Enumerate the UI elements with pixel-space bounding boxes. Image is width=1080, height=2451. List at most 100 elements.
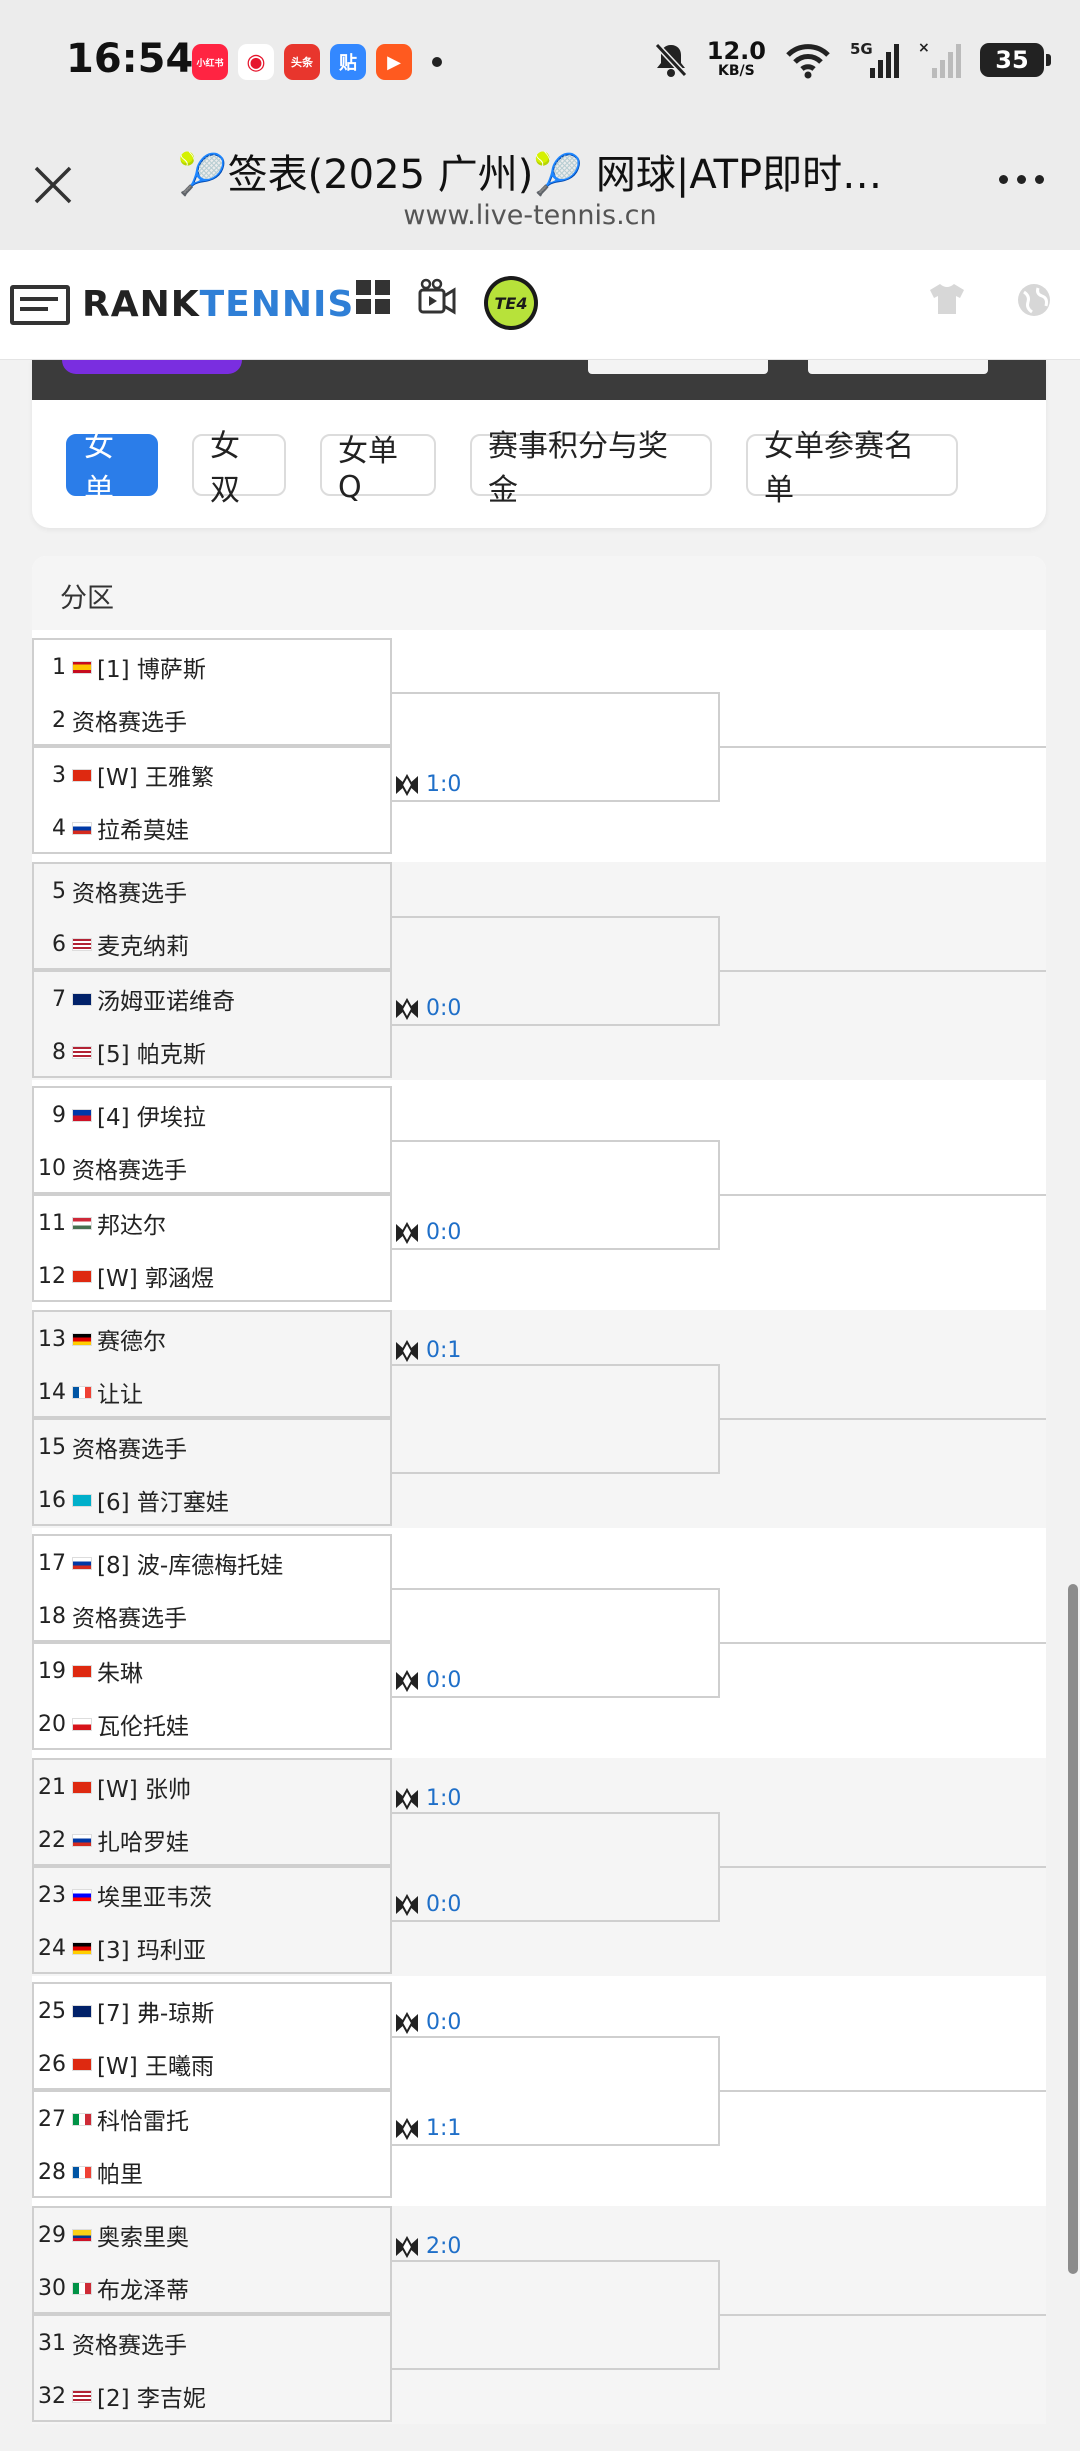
player-name[interactable]: [2] 李吉妮 xyxy=(97,2379,206,2413)
video-icon[interactable] xyxy=(418,278,456,316)
player-name[interactable]: 扎哈罗娃 xyxy=(97,1823,189,1857)
player-name[interactable]: [W] 张帅 xyxy=(97,1770,191,1804)
player-row[interactable]: 2 资格赛选手 xyxy=(34,694,394,746)
h2h-score-link[interactable]: 0:0 xyxy=(394,1892,461,1917)
scrollbar-thumb[interactable] xyxy=(1068,1584,1078,2274)
banner-button-2[interactable] xyxy=(808,360,988,374)
tab-womens-singles-qualifying[interactable]: 女单Q xyxy=(320,434,436,505)
tab-points-prize-money[interactable]: 赛事积分与奖金 xyxy=(470,429,712,508)
player-name[interactable]: 资格赛选手 xyxy=(72,703,187,737)
h2h-score-link[interactable]: 0:0 xyxy=(394,1220,461,1245)
player-row[interactable]: 3 [W] 王雅繁 xyxy=(34,749,394,801)
player-row[interactable]: 24 [3] 玛利亚 xyxy=(34,1922,394,1974)
banner-button-1[interactable] xyxy=(588,360,768,374)
ranktennis-logo[interactable]: RANKTENNIS xyxy=(10,284,354,325)
grid-menu-icon[interactable] xyxy=(356,280,390,314)
third-round-bracket-line xyxy=(720,970,1046,972)
player-name[interactable]: 拉希莫娃 xyxy=(97,811,189,845)
player-row[interactable]: 26 [W] 王曦雨 xyxy=(34,2038,394,2090)
h2h-score-link[interactable]: 1:0 xyxy=(394,1786,461,1811)
player-row[interactable]: 28 帕里 xyxy=(34,2146,394,2198)
more-menu-icon[interactable] xyxy=(999,175,1044,184)
player-row[interactable]: 7 汤姆亚诺维奇 xyxy=(34,973,394,1025)
player-row[interactable]: 32 [2] 李吉妮 xyxy=(34,2370,394,2422)
player-row[interactable]: 13 赛德尔 xyxy=(34,1313,394,1365)
globe-icon[interactable] xyxy=(1016,282,1052,318)
player-row[interactable]: 27 科恰雷托 xyxy=(34,2093,394,2145)
player-row[interactable]: 20 瓦伦托娃 xyxy=(34,1698,394,1750)
player-name[interactable]: 朱琳 xyxy=(97,1654,143,1688)
player-row[interactable]: 11 邦达尔 xyxy=(34,1197,394,1249)
player-name[interactable]: 科恰雷托 xyxy=(97,2102,189,2136)
player-name[interactable]: 资格赛选手 xyxy=(72,1599,187,1633)
page-url[interactable]: www.live-tennis.cn xyxy=(150,200,910,231)
player-name[interactable]: [8] 波-库德梅托娃 xyxy=(97,1546,283,1580)
player-row[interactable]: 1 [1] 博萨斯 xyxy=(34,641,394,693)
tab-entry-list[interactable]: 女单参赛名单 xyxy=(746,429,958,508)
player-row[interactable]: 25 [7] 弗-琼斯 xyxy=(34,1985,394,2037)
player-name[interactable]: [W] 王雅繁 xyxy=(97,758,214,792)
player-row[interactable]: 16 [6] 普汀塞娃 xyxy=(34,1474,394,1526)
player-row[interactable]: 5 资格赛选手 xyxy=(34,865,394,917)
player-name[interactable]: 让让 xyxy=(97,1375,143,1409)
player-row[interactable]: 4 拉希莫娃 xyxy=(34,802,394,854)
player-name[interactable]: 资格赛选手 xyxy=(72,1430,187,1464)
h2h-score-link[interactable]: 1:1 xyxy=(394,2116,461,2141)
h2h-score-link[interactable]: 2:0 xyxy=(394,2234,461,2259)
player-row[interactable]: 9 [4] 伊埃拉 xyxy=(34,1089,394,1141)
player-name[interactable]: 资格赛选手 xyxy=(72,1151,187,1185)
player-name[interactable]: 布龙泽蒂 xyxy=(97,2271,189,2305)
player-row[interactable]: 14 让让 xyxy=(34,1366,394,1418)
player-name[interactable]: 资格赛选手 xyxy=(72,2326,187,2360)
first-round-match: 17 [8] 波-库德梅托娃 18 资格赛选手 xyxy=(32,1534,392,1642)
player-name[interactable]: [W] 王曦雨 xyxy=(97,2047,214,2081)
h2h-score-link[interactable]: 1:0 xyxy=(394,772,461,797)
flag-icon xyxy=(72,937,92,951)
player-row[interactable]: 17 [8] 波-库德梅托娃 xyxy=(34,1537,394,1589)
player-row[interactable]: 19 朱琳 xyxy=(34,1645,394,1697)
player-name[interactable]: 资格赛选手 xyxy=(72,874,187,908)
player-row[interactable]: 21 [W] 张帅 xyxy=(34,1761,394,1813)
player-name[interactable]: 麦克纳莉 xyxy=(97,927,189,961)
player-name[interactable]: [1] 博萨斯 xyxy=(97,650,206,684)
seed-position: 6 xyxy=(52,931,66,957)
player-row[interactable]: 8 [5] 帕克斯 xyxy=(34,1026,394,1078)
player-row[interactable]: 15 资格赛选手 xyxy=(34,1421,394,1473)
player-name[interactable]: 埃里亚韦茨 xyxy=(97,1878,212,1912)
player-name[interactable]: 赛德尔 xyxy=(97,1322,166,1356)
te4-icon[interactable]: TE4 xyxy=(484,276,538,330)
player-name[interactable]: 奥索里奥 xyxy=(97,2218,189,2252)
player-name[interactable]: [7] 弗-琼斯 xyxy=(97,1994,214,2028)
shirt-icon[interactable] xyxy=(930,284,964,314)
h2h-score-link[interactable]: 0:0 xyxy=(394,996,461,1021)
player-row[interactable]: 29 奥索里奥 xyxy=(34,2209,394,2261)
tab-womens-singles[interactable]: 女单 xyxy=(66,429,158,508)
player-row[interactable]: 18 资格赛选手 xyxy=(34,1590,394,1642)
player-row[interactable]: 22 扎哈罗娃 xyxy=(34,1814,394,1866)
h2h-score-link[interactable]: 0:0 xyxy=(394,2010,461,2035)
purple-banner-button[interactable] xyxy=(62,360,242,374)
h2h-score-link[interactable]: 0:0 xyxy=(394,1668,461,1693)
player-name[interactable]: [4] 伊埃拉 xyxy=(97,1098,206,1132)
player-row[interactable]: 10 资格赛选手 xyxy=(34,1142,394,1194)
player-name[interactable]: [5] 帕克斯 xyxy=(97,1035,206,1069)
player-name[interactable]: 帕里 xyxy=(97,2155,143,2189)
speed-value: 12.0 xyxy=(706,37,766,65)
page-title: 🎾签表(2025 广州)🎾 网球|ATP即时… xyxy=(177,152,883,198)
player-name[interactable]: 瓦伦托娃 xyxy=(97,1707,189,1741)
tab-womens-doubles[interactable]: 女双 xyxy=(192,429,286,508)
close-icon[interactable] xyxy=(28,160,78,210)
player-row[interactable]: 31 资格赛选手 xyxy=(34,2317,394,2369)
player-row[interactable]: 12 [W] 郭涵煜 xyxy=(34,1250,394,1302)
player-name[interactable]: 邦达尔 xyxy=(97,1206,166,1240)
player-name[interactable]: [3] 玛利亚 xyxy=(97,1931,206,1965)
player-row[interactable]: 30 布龙泽蒂 xyxy=(34,2262,394,2314)
player-name[interactable]: [6] 普汀塞娃 xyxy=(97,1483,229,1517)
player-name[interactable]: [W] 郭涵煜 xyxy=(97,1259,214,1293)
player-name[interactable]: 汤姆亚诺维奇 xyxy=(97,982,235,1016)
player-row[interactable]: 6 麦克纳莉 xyxy=(34,918,394,970)
h2h-score-link[interactable]: 0:1 xyxy=(394,1338,461,1363)
first-round-match: 7 汤姆亚诺维奇 8 [5] 帕克斯 xyxy=(32,970,392,1078)
h2h-icon xyxy=(396,1221,418,1244)
player-row[interactable]: 23 埃里亚韦茨 xyxy=(34,1869,394,1921)
